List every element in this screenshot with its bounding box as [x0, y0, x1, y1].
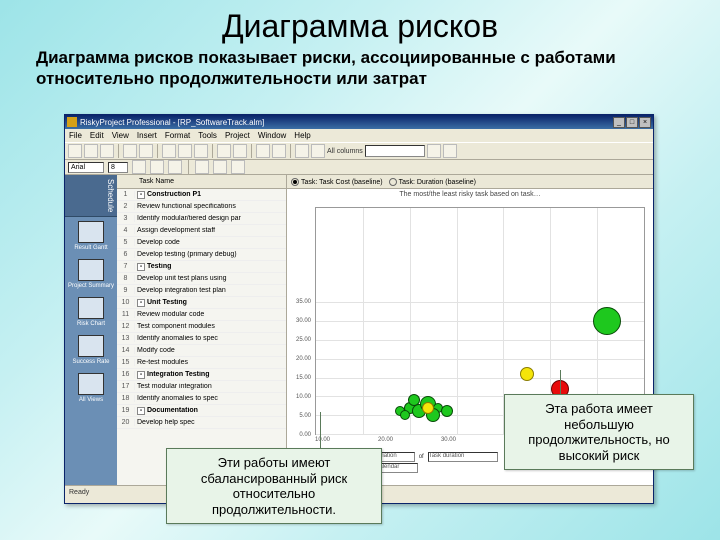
table-row[interactable]: 8Develop unit test plans using: [117, 273, 286, 285]
slide-title: Диаграмма рисков: [0, 0, 720, 47]
app-icon: [67, 117, 77, 127]
menu-file[interactable]: File: [69, 131, 82, 140]
table-row[interactable]: 14Modify code: [117, 345, 286, 357]
table-row[interactable]: 20Develop help spec: [117, 417, 286, 429]
chart-title: The most/the least risky task based on t…: [287, 189, 653, 201]
save-icon[interactable]: [100, 144, 114, 158]
task-grid-pane: Task Name 1-Construction P12Review funct…: [117, 175, 287, 485]
table-row[interactable]: 6Develop testing (primary debug): [117, 249, 286, 261]
table-row[interactable]: 16-Integration Testing: [117, 369, 286, 381]
menu-window[interactable]: Window: [258, 131, 286, 140]
chart-options: Task: Task Cost (baseline) Task: Duratio…: [287, 175, 653, 189]
redo-icon[interactable]: [233, 144, 247, 158]
data-bubble[interactable]: [520, 367, 534, 381]
menu-insert[interactable]: Insert: [137, 131, 157, 140]
col-taskname[interactable]: Task Name: [135, 178, 286, 185]
new-icon[interactable]: [68, 144, 82, 158]
data-bubble[interactable]: [400, 410, 410, 420]
table-row[interactable]: 9Develop integration test plan: [117, 285, 286, 297]
menu-edit[interactable]: Edit: [90, 131, 104, 140]
bold-icon[interactable]: [132, 160, 146, 174]
copy-icon[interactable]: [178, 144, 192, 158]
table-row[interactable]: 18Identify anomalies to spec: [117, 393, 286, 405]
callout-left: Эти работы имеют сбалансированный риск о…: [166, 448, 382, 524]
italic-icon[interactable]: [150, 160, 164, 174]
underline-icon[interactable]: [168, 160, 182, 174]
callout-connector: [320, 412, 321, 452]
table-row[interactable]: 17Test modular integration: [117, 381, 286, 393]
close-button[interactable]: ×: [639, 117, 651, 128]
toolbar-format: Arial 8: [65, 160, 653, 175]
table-row[interactable]: 7-Testing: [117, 261, 286, 273]
unlink-icon[interactable]: [272, 144, 286, 158]
search-input[interactable]: [365, 145, 425, 157]
help-icon[interactable]: [443, 144, 457, 158]
callout-right: Эта работа имеет небольшую продолжительн…: [504, 394, 694, 470]
undo-icon[interactable]: [217, 144, 231, 158]
font-select[interactable]: Arial: [68, 162, 104, 173]
table-row[interactable]: 2Review functional specifications: [117, 201, 286, 213]
paste-icon[interactable]: [194, 144, 208, 158]
open-icon[interactable]: [84, 144, 98, 158]
menu-format[interactable]: Format: [165, 131, 190, 140]
align-left-icon[interactable]: [195, 160, 209, 174]
nav-risk-chart[interactable]: Risk Chart: [65, 293, 117, 331]
table-row[interactable]: 4Assign development staff: [117, 225, 286, 237]
maximize-button[interactable]: □: [626, 117, 638, 128]
table-row[interactable]: 5Develop code: [117, 237, 286, 249]
cut-icon[interactable]: [162, 144, 176, 158]
minimize-button[interactable]: _: [613, 117, 625, 128]
nav-sidebar: Schedule Result Gantt Project Summary Ri…: [65, 175, 117, 485]
nav-success-rate[interactable]: Success Rate: [65, 331, 117, 369]
titlebar[interactable]: RiskyProject Professional - [RP_Software…: [65, 115, 653, 129]
menu-help[interactable]: Help: [294, 131, 310, 140]
toolbar-main: All columns: [65, 142, 653, 160]
nav-project-summary[interactable]: Project Summary: [65, 255, 117, 293]
nav-tab-schedule[interactable]: Schedule: [65, 175, 117, 217]
table-row[interactable]: 10-Unit Testing: [117, 297, 286, 309]
y-axis: 0.005.0010.0015.0020.0025.0030.0035.00: [287, 207, 313, 435]
table-row[interactable]: 15Re-test modules: [117, 357, 286, 369]
size-select[interactable]: 8: [108, 162, 128, 173]
of-select[interactable]: Task duration: [428, 452, 498, 462]
nav-all-views[interactable]: All Views: [65, 369, 117, 407]
menubar: File Edit View Insert Format Tools Proje…: [65, 129, 653, 142]
table-row[interactable]: 1-Construction P1: [117, 189, 286, 201]
data-bubble[interactable]: [593, 307, 621, 335]
table-row[interactable]: 3Identify modular/tiered design par: [117, 213, 286, 225]
align-center-icon[interactable]: [213, 160, 227, 174]
menu-project[interactable]: Project: [225, 131, 250, 140]
radio-duration[interactable]: [389, 178, 397, 186]
calc-icon[interactable]: [295, 144, 309, 158]
preview-icon[interactable]: [139, 144, 153, 158]
nav-result-gantt[interactable]: Result Gantt: [65, 217, 117, 255]
table-row[interactable]: 19-Documentation: [117, 405, 286, 417]
search-label: All columns: [327, 148, 363, 155]
grid-header: Task Name: [117, 175, 286, 189]
radio-cost[interactable]: [291, 178, 299, 186]
print-icon[interactable]: [123, 144, 137, 158]
window-title: RiskyProject Professional - [RP_Software…: [80, 118, 264, 127]
menu-tools[interactable]: Tools: [198, 131, 217, 140]
align-right-icon[interactable]: [231, 160, 245, 174]
link-icon[interactable]: [256, 144, 270, 158]
info-icon[interactable]: [311, 144, 325, 158]
find-icon[interactable]: [427, 144, 441, 158]
table-row[interactable]: 13Identify anomalies to spec: [117, 333, 286, 345]
table-row[interactable]: 11Review modular code: [117, 309, 286, 321]
table-row[interactable]: 12Test component modules: [117, 321, 286, 333]
menu-view[interactable]: View: [112, 131, 129, 140]
slide-subtitle: Диаграмма рисков показывает риски, ассоц…: [0, 47, 720, 96]
grid-body: 1-Construction P12Review functional spec…: [117, 189, 286, 485]
